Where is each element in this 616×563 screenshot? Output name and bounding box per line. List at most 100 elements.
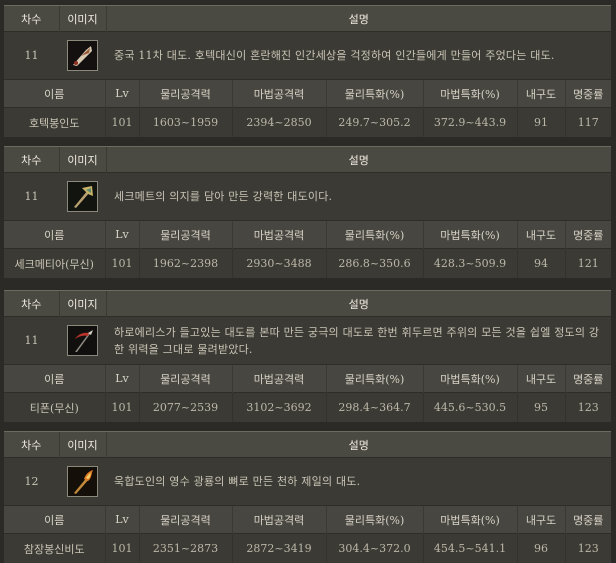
description-header: 설명 [106, 6, 611, 32]
stat-header-magic-attack: 마법공격력 [232, 365, 326, 393]
stat-header-level: Lv [105, 365, 139, 393]
physical-special-value: 286.8~350.6 [326, 249, 423, 279]
stats-row: 참장봉신비도 101 2351~2873 2872~3419 304.4~372… [4, 534, 611, 563]
stat-header-accuracy: 명중률 [565, 221, 611, 249]
magic-special-value: 372.9~443.9 [423, 108, 517, 138]
durability-value: 94 [517, 249, 565, 279]
durability-value: 96 [517, 534, 565, 563]
accuracy-value: 117 [565, 108, 611, 138]
stats-table: 이름 Lv 물리공격력 마법공격력 물리특화(%) 마법특화(%) 내구도 명중… [4, 220, 611, 278]
stats-row: 세크메티아(무신) 101 1962~2398 2930~3488 286.8~… [4, 249, 611, 279]
weapon-name: 참장봉신비도 [4, 534, 105, 563]
tier-value: 11 [4, 32, 59, 80]
weapon-table-page: 차수 이미지 설명 11 중국 11차 대도. 호텍대신 [0, 0, 616, 562]
accuracy-value: 123 [565, 534, 611, 563]
description-header: 설명 [106, 147, 611, 173]
tier-value: 12 [4, 458, 59, 506]
stat-header-accuracy: 명중률 [565, 80, 611, 108]
stat-header-magic-special: 마법특화(%) [423, 365, 517, 393]
stat-header-magic-special: 마법특화(%) [423, 506, 517, 534]
stat-header-name: 이름 [4, 506, 105, 534]
stat-header-level: Lv [105, 80, 139, 108]
stat-header-accuracy: 명중률 [565, 506, 611, 534]
magic-attack-value: 2930~3488 [232, 249, 326, 279]
stats-table: 이름 Lv 물리공격력 마법공격력 물리특화(%) 마법특화(%) 내구도 명중… [4, 364, 611, 422]
accuracy-value: 123 [565, 393, 611, 423]
golden-axe-glaive-icon[interactable] [67, 181, 98, 212]
magic-attack-value: 2394~2850 [232, 108, 326, 138]
stat-header-name: 이름 [4, 365, 105, 393]
stat-header-accuracy: 명중률 [565, 365, 611, 393]
weapon-table: 차수 이미지 설명 11 세크메트의 의지를 담아 만든 [4, 147, 611, 220]
stats-table: 이름 Lv 물리공격력 마법공격력 물리특화(%) 마법특화(%) 내구도 명중… [4, 505, 611, 563]
weapon-name: 세크메티아(무신) [4, 249, 105, 279]
stat-header-magic-attack: 마법공격력 [232, 506, 326, 534]
physical-special-value: 249.7~305.2 [326, 108, 423, 138]
stat-header-level: Lv [105, 506, 139, 534]
magic-special-value: 454.5~541.1 [423, 534, 517, 563]
flame-glaive-icon[interactable] [67, 466, 98, 497]
weapon-level: 101 [105, 534, 139, 563]
weapon-block: 차수 이미지 설명 11 중국 11차 대도. 호텍대신 [4, 5, 611, 137]
weapon-name: 티폰(무신) [4, 393, 105, 423]
red-scythe-icon[interactable] [67, 325, 98, 356]
stat-header-physical-attack: 물리공격력 [139, 221, 232, 249]
stat-header-physical-special: 물리특화(%) [326, 221, 423, 249]
image-header: 이미지 [59, 432, 106, 458]
stats-table: 이름 Lv 물리공격력 마법공격력 물리특화(%) 마법특화(%) 내구도 명중… [4, 79, 611, 137]
stat-header-physical-special: 물리특화(%) [326, 365, 423, 393]
image-header: 이미지 [59, 147, 106, 173]
tier-header: 차수 [4, 432, 59, 458]
stat-header-name: 이름 [4, 80, 105, 108]
weapon-level: 101 [105, 108, 139, 138]
physical-attack-value: 1962~2398 [139, 249, 232, 279]
accuracy-value: 121 [565, 249, 611, 279]
durability-value: 91 [517, 108, 565, 138]
image-header: 이미지 [59, 6, 106, 32]
stat-header-level: Lv [105, 221, 139, 249]
tier-value: 11 [4, 317, 59, 365]
physical-attack-value: 2351~2873 [139, 534, 232, 563]
stat-header-magic-attack: 마법공격력 [232, 80, 326, 108]
magic-special-value: 428.3~509.9 [423, 249, 517, 279]
magic-attack-value: 2872~3419 [232, 534, 326, 563]
magic-special-value: 445.6~530.5 [423, 393, 517, 423]
stats-row: 티폰(무신) 101 2077~2539 3102~3692 298.4~364… [4, 393, 611, 423]
weapon-block: 차수 이미지 설명 11 하로에리스가 들고있는 대도를 [4, 290, 611, 422]
stat-header-physical-attack: 물리공격력 [139, 80, 232, 108]
tier-header: 차수 [4, 291, 59, 317]
stat-header-durability: 내구도 [517, 80, 565, 108]
tier-value: 11 [4, 173, 59, 221]
hawk-glaive-icon[interactable] [67, 40, 98, 71]
weapon-block: 차수 이미지 설명 12 욱합도인의 영수 광룡의 뼈로 [4, 431, 611, 563]
weapon-description: 세크메트의 의지를 담아 만든 강력한 대도이다. [106, 173, 611, 221]
durability-value: 95 [517, 393, 565, 423]
stat-header-physical-special: 물리특화(%) [326, 80, 423, 108]
weapon-level: 101 [105, 249, 139, 279]
stats-row: 호텍봉인도 101 1603~1959 2394~2850 249.7~305.… [4, 108, 611, 138]
weapon-description: 하로에리스가 들고있는 대도를 본따 만든 궁극의 대도로 한번 휘두르면 주위… [106, 317, 611, 365]
weapon-table: 차수 이미지 설명 11 중국 11차 대도. 호텍대신 [4, 6, 611, 79]
weapon-name: 호텍봉인도 [4, 108, 105, 138]
stat-header-magic-special: 마법특화(%) [423, 80, 517, 108]
physical-attack-value: 1603~1959 [139, 108, 232, 138]
weapon-table: 차수 이미지 설명 11 하로에리스가 들고있는 대도를 [4, 291, 611, 364]
stat-header-durability: 내구도 [517, 365, 565, 393]
weapon-table: 차수 이미지 설명 12 욱합도인의 영수 광룡의 뼈로 [4, 432, 611, 505]
stat-header-name: 이름 [4, 221, 105, 249]
description-header: 설명 [106, 432, 611, 458]
description-header: 설명 [106, 291, 611, 317]
weapon-description: 중국 11차 대도. 호텍대신이 혼란해진 인간세상을 걱정하여 인간들에게 만… [106, 32, 611, 80]
tier-header: 차수 [4, 6, 59, 32]
physical-special-value: 298.4~364.7 [326, 393, 423, 423]
stat-header-magic-special: 마법특화(%) [423, 221, 517, 249]
stat-header-durability: 내구도 [517, 506, 565, 534]
stat-header-physical-special: 물리특화(%) [326, 506, 423, 534]
image-header: 이미지 [59, 291, 106, 317]
weapon-description: 욱합도인의 영수 광룡의 뼈로 만든 천하 제일의 대도. [106, 458, 611, 506]
tier-header: 차수 [4, 147, 59, 173]
weapon-block: 차수 이미지 설명 11 세크메트의 의지를 담아 만든 [4, 146, 611, 278]
magic-attack-value: 3102~3692 [232, 393, 326, 423]
stat-header-durability: 내구도 [517, 221, 565, 249]
stat-header-physical-attack: 물리공격력 [139, 365, 232, 393]
